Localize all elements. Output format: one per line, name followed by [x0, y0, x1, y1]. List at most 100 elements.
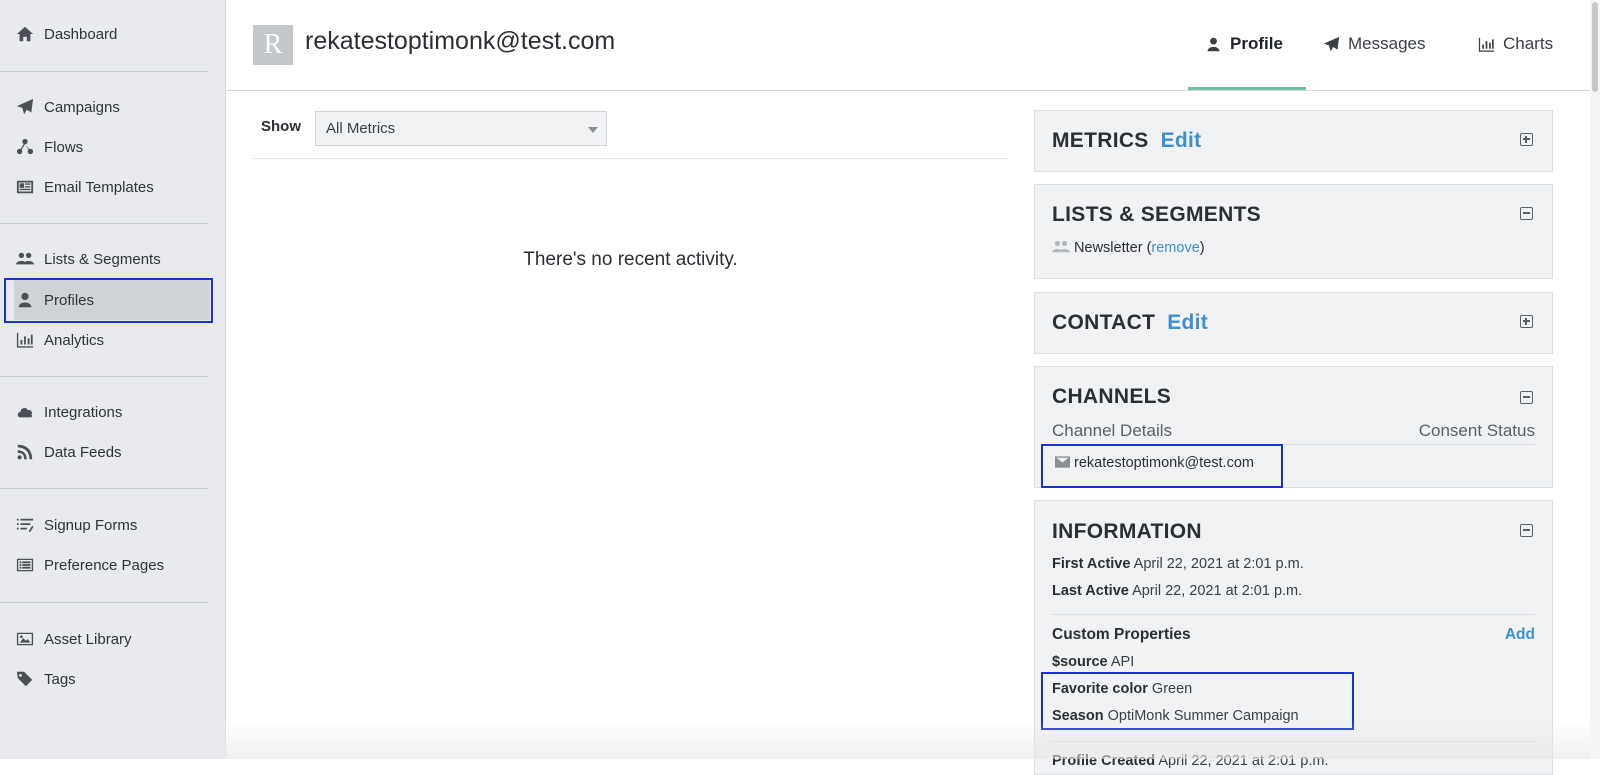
contact-title: CONTACT — [1052, 311, 1156, 334]
property-value: API — [1110, 654, 1135, 670]
envelope-icon — [1055, 455, 1070, 471]
chevron-down-icon — [588, 127, 598, 133]
page-title: rekatestoptimonk@test.com — [305, 27, 616, 55]
metrics-edit-link[interactable]: Edit — [1161, 129, 1202, 152]
divider — [1052, 444, 1535, 445]
user-icon — [14, 291, 36, 309]
scrollbar[interactable] — [1590, 0, 1600, 759]
tag-icon — [14, 670, 36, 688]
first-active-row: First Active April 22, 2021 at 2:01 p.m. — [1052, 556, 1304, 572]
tab-profile[interactable]: Profile — [1205, 30, 1283, 58]
bar-chart-icon — [14, 331, 36, 349]
information-panel: INFORMATION First Active April 22, 2021 … — [1034, 500, 1553, 775]
metrics-title: METRICS — [1052, 129, 1149, 152]
contact-panel: CONTACT Edit — [1034, 292, 1553, 354]
sidebar-item-analytics[interactable]: Analytics — [14, 320, 210, 360]
bar-chart-icon — [1478, 37, 1495, 52]
profile-created-label: Profile Created — [1052, 753, 1156, 769]
tab-messages[interactable]: Messages — [1323, 30, 1425, 58]
property-row: Favorite color Green — [1052, 681, 1192, 697]
last-active-label: Last Active — [1052, 583, 1129, 599]
channel-details-header: Channel Details — [1052, 421, 1173, 440]
expand-icon[interactable] — [1520, 315, 1533, 328]
divider — [1052, 614, 1535, 615]
property-row: Season OptiMonk Summer Campaign — [1052, 708, 1299, 724]
email-channel-row: rekatestoptimonk@test.com — [1055, 455, 1254, 471]
active-tab-indicator — [1188, 87, 1306, 90]
paren-close: ) — [1199, 240, 1205, 256]
tab-label: Messages — [1348, 34, 1426, 53]
sidebar-item-label: Preference Pages — [44, 556, 165, 574]
sidebar-item-label: Data Feeds — [44, 443, 122, 461]
collapse-icon[interactable] — [1520, 391, 1533, 404]
panel-title: METRICS Edit — [1052, 129, 1201, 153]
last-active-row: Last Active April 22, 2021 at 2:01 p.m. — [1052, 583, 1302, 599]
add-property-link[interactable]: Add — [1505, 626, 1535, 644]
property-key: Season — [1052, 708, 1104, 724]
home-icon — [14, 25, 36, 43]
panel-title: CHANNELS — [1052, 385, 1172, 408]
sidebar-item-flows[interactable]: Flows — [14, 127, 210, 167]
property-key: $source — [1052, 654, 1108, 670]
sidebar-item-label: Flows — [44, 138, 84, 156]
divider — [253, 158, 1008, 159]
sidebar-item-label: Tags — [44, 670, 76, 688]
lists-segments-panel: LISTS & SEGMENTS Newsletter (remove) — [1034, 184, 1553, 279]
user-icon — [1207, 37, 1220, 51]
remove-list-link[interactable]: remove — [1151, 240, 1199, 256]
sidebar-divider — [0, 602, 208, 603]
sidebar-item-campaigns[interactable]: Campaigns — [14, 87, 210, 127]
sidebar-item-preference-pages[interactable]: Preference Pages — [14, 545, 210, 585]
sidebar-item-tags[interactable]: Tags — [14, 659, 210, 699]
sidebar: Dashboard Campaigns Flows Email Template… — [0, 0, 226, 759]
sidebar-item-dashboard[interactable]: Dashboard — [14, 14, 210, 54]
property-value: Green — [1151, 681, 1193, 697]
show-label: Show — [261, 118, 301, 135]
profile-created-value: April 22, 2021 at 2:01 p.m. — [1158, 753, 1329, 769]
sidebar-item-signup-forms[interactable]: Signup Forms — [14, 505, 210, 545]
contact-edit-link[interactable]: Edit — [1167, 311, 1208, 334]
panel-title: CONTACT Edit — [1052, 311, 1208, 335]
newspaper-icon — [14, 178, 36, 196]
list-alt-icon — [14, 556, 36, 574]
sidebar-item-lists-segments[interactable]: Lists & Segments — [14, 239, 210, 279]
sidebar-divider — [0, 71, 208, 72]
tab-charts[interactable]: Charts — [1478, 30, 1553, 58]
list-icon — [14, 516, 36, 534]
sidebar-divider — [0, 488, 208, 489]
profile-created-row: Profile Created April 22, 2021 at 2:01 p… — [1052, 753, 1328, 769]
sidebar-item-label: Asset Library — [44, 630, 132, 648]
channel-email: rekatestoptimonk@test.com — [1074, 455, 1254, 471]
sidebar-item-asset-library[interactable]: Asset Library — [14, 619, 210, 659]
metrics-panel: METRICS Edit — [1034, 110, 1553, 172]
expand-icon[interactable] — [1520, 133, 1533, 146]
users-icon — [14, 250, 36, 268]
tab-label: Charts — [1503, 34, 1554, 53]
tab-label: Profile — [1230, 34, 1283, 53]
custom-properties-label: Custom Properties — [1052, 626, 1191, 643]
collapse-icon[interactable] — [1520, 207, 1533, 220]
scrollbar-thumb[interactable] — [1592, 2, 1598, 92]
sidebar-item-data-feeds[interactable]: Data Feeds — [14, 432, 210, 472]
consent-status-header: Consent Status — [1418, 421, 1535, 440]
collapse-icon[interactable] — [1520, 524, 1533, 537]
paper-plane-icon — [1323, 36, 1340, 51]
sidebar-item-label: Signup Forms — [44, 516, 138, 534]
rss-icon — [14, 443, 36, 461]
cloud-icon — [14, 403, 36, 421]
avatar: R — [253, 25, 293, 65]
sidebar-divider — [0, 376, 208, 377]
panel-title: LISTS & SEGMENTS — [1052, 203, 1261, 226]
sidebar-item-label: Campaigns — [44, 98, 120, 116]
first-active-value: April 22, 2021 at 2:01 p.m. — [1133, 556, 1304, 572]
sidebar-item-label: Email Templates — [44, 178, 154, 196]
empty-activity-message: There's no recent activity. — [523, 249, 738, 270]
sidebar-item-integrations[interactable]: Integrations — [14, 392, 210, 432]
sidebar-divider — [0, 223, 208, 224]
metrics-filter-select[interactable]: All Metrics — [315, 111, 607, 146]
sidebar-item-label: Integrations — [44, 403, 123, 421]
sidebar-item-email-templates[interactable]: Email Templates — [14, 167, 210, 207]
last-active-value: April 22, 2021 at 2:01 p.m. — [1132, 583, 1303, 599]
property-row: $source API — [1052, 654, 1134, 670]
sidebar-item-profiles[interactable]: Profiles — [14, 280, 210, 320]
